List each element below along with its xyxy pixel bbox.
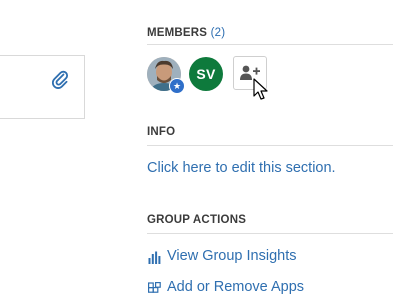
members-heading-label: MEMBERS [147,27,208,39]
edit-info-link[interactable]: Click here to edit this section. [147,160,336,176]
member-avatar-initials[interactable]: SV [189,57,223,91]
divider [147,233,393,234]
paperclip-icon[interactable] [51,70,69,90]
owner-star-badge-icon: ★ [169,78,185,94]
message-compose-card [0,55,85,119]
members-count: (2) [210,27,226,39]
group-actions-heading: GROUP ACTIONS [147,214,247,226]
info-heading: INFO [147,126,176,138]
add-remove-apps-link[interactable]: Add or Remove Apps [167,279,304,295]
bar-chart-icon [148,251,161,264]
divider [147,145,393,146]
members-heading: MEMBERS (2) [147,27,225,39]
apps-icon [148,282,161,293]
view-group-insights-link[interactable]: View Group Insights [167,248,297,264]
divider [147,44,393,45]
mouse-cursor-icon [253,78,268,100]
